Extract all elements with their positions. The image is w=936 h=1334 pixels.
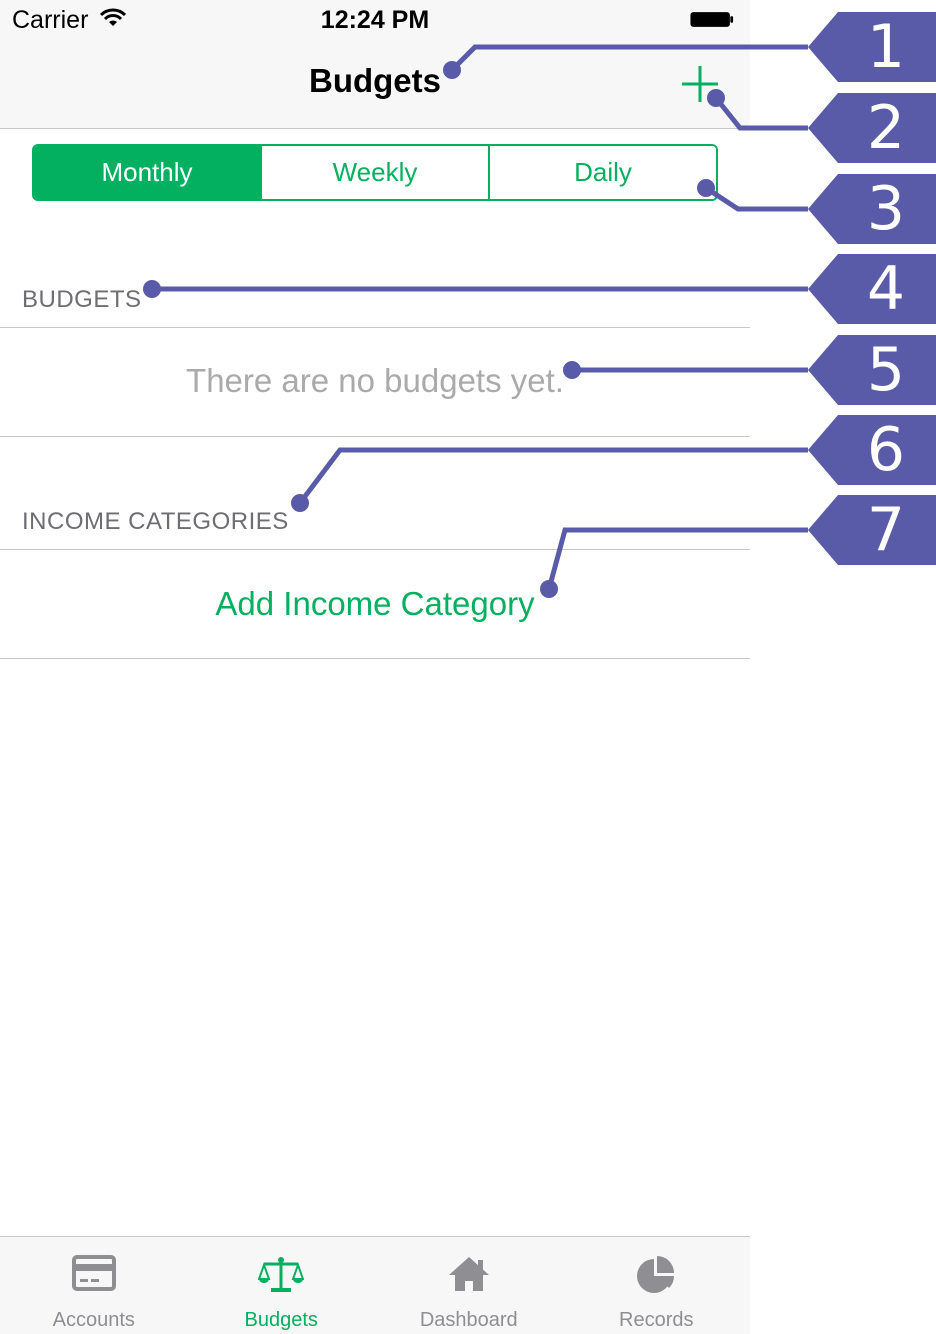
no-budgets-message: There are no budgets yet.: [186, 362, 564, 399]
pie-chart-icon: [637, 1256, 675, 1293]
tab-budgets-label: Budgets: [244, 1309, 318, 1331]
period-segmented-control: Monthly Weekly Daily: [32, 144, 718, 201]
segment-weekly[interactable]: Weekly: [260, 146, 488, 199]
navigation-bar: Budgets: [0, 40, 750, 129]
callout-number-1: 1: [866, 12, 906, 82]
status-bar: Carrier 12:24 PM: [0, 0, 750, 40]
page-title: Budgets: [309, 62, 441, 99]
segment-monthly[interactable]: Monthly: [34, 146, 260, 199]
phone-screen: Carrier 12:24 PM Budgets Monthly Weekly …: [0, 0, 750, 1334]
battery-icon: [690, 12, 734, 27]
tab-budgets[interactable]: Budgets: [188, 1237, 376, 1334]
tab-bar: Accounts Budgets Dashboard Records: [0, 1236, 750, 1334]
home-icon: [448, 1257, 489, 1291]
budgets-section-header: BUDGETS: [22, 286, 142, 313]
tab-dashboard[interactable]: Dashboard: [375, 1237, 563, 1334]
tab-records-label: Records: [619, 1309, 694, 1331]
income-categories-section-header: INCOME CATEGORIES: [22, 508, 289, 535]
divider: [0, 658, 750, 659]
add-income-category-button[interactable]: Add Income Category: [0, 585, 750, 623]
divider: [0, 549, 750, 550]
scales-icon: [258, 1257, 305, 1292]
segment-daily[interactable]: Daily: [488, 146, 716, 199]
status-time: 12:24 PM: [320, 6, 430, 34]
callout-number-2: 2: [866, 93, 906, 163]
plus-icon[interactable]: [680, 64, 720, 104]
callout-number-5: 5: [866, 335, 906, 405]
callout-number-7: 7: [866, 495, 906, 565]
callout-number-4: 4: [866, 254, 906, 324]
credit-card-icon: [71, 1255, 116, 1291]
tab-accounts-label: Accounts: [52, 1309, 135, 1331]
tab-dashboard-label: Dashboard: [419, 1309, 518, 1331]
callout-number-3: 3: [866, 174, 906, 244]
tab-accounts[interactable]: Accounts: [0, 1237, 188, 1334]
divider: [0, 327, 750, 328]
divider: [0, 436, 750, 437]
tab-records[interactable]: Records: [563, 1237, 751, 1334]
callout-number-6: 6: [866, 415, 906, 485]
